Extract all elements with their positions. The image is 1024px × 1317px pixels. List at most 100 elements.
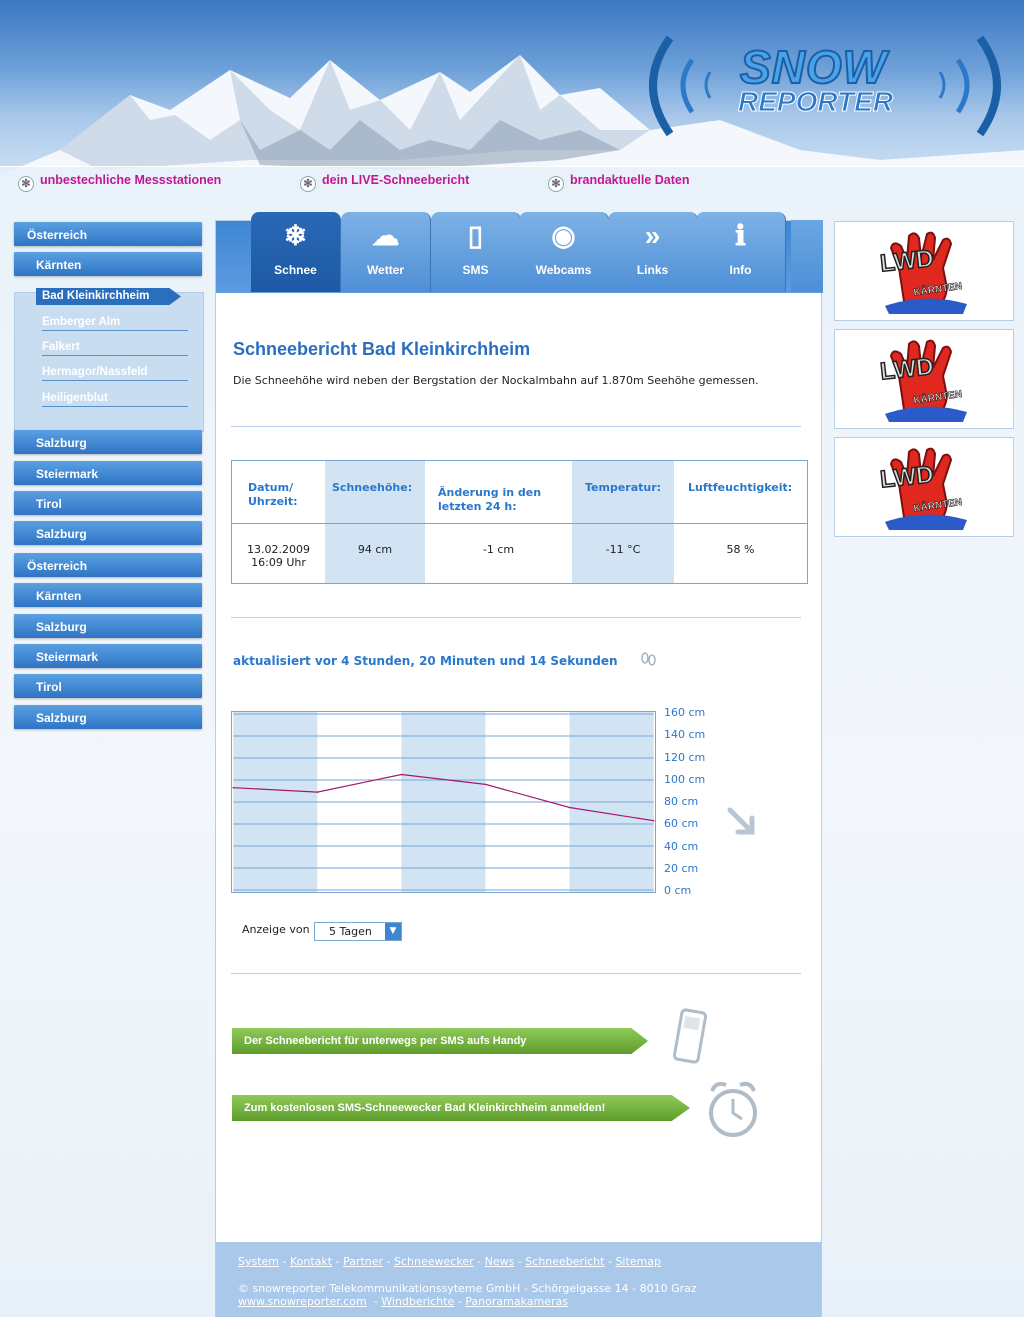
footer-link-partner[interactable]: Partner bbox=[343, 1255, 383, 1268]
tab-webcams[interactable]: ◉ Webcams bbox=[519, 212, 609, 292]
time-value: 16:09 Uhr bbox=[251, 556, 306, 569]
cell-date: 13.02.2009 16:09 Uhr bbox=[232, 543, 325, 569]
arrow-down-right-icon[interactable] bbox=[726, 806, 760, 840]
y-tick-label: 80 cm bbox=[664, 795, 699, 808]
snowflake-icon: ✻ bbox=[548, 176, 564, 192]
sms-report-button[interactable]: Der Schneebericht für unterwegs per SMS … bbox=[232, 1028, 648, 1054]
cell-change: -1 cm bbox=[482, 543, 515, 556]
display-period-label: Anzeige von bbox=[242, 923, 310, 936]
nav-item-oesterreich[interactable]: Österreich bbox=[14, 553, 202, 577]
svg-text:LWD: LWD bbox=[879, 245, 935, 277]
tab-info[interactable]: ℹ Info bbox=[696, 212, 786, 292]
tab-wetter[interactable]: ☁ Wetter bbox=[341, 212, 431, 292]
nav-item-tirol[interactable]: Tirol bbox=[14, 674, 202, 698]
column-temp: Temperatur: -11 °C bbox=[572, 461, 674, 583]
lwd-kaernten-banner[interactable]: LWD KÄRNTEN bbox=[834, 437, 1014, 537]
lwd-kaernten-logo: LWDKÄRNTEN bbox=[878, 339, 967, 422]
nav-item-salzburg[interactable]: Salzburg bbox=[14, 430, 202, 454]
tagline-text: dein LIVE-Schneebericht bbox=[322, 173, 470, 187]
y-tick-label: 100 cm bbox=[664, 772, 706, 786]
header: SNOW REPORTER ✻ unbestechliche Messstatio… bbox=[0, 0, 1024, 196]
tab-label: Wetter bbox=[366, 263, 405, 277]
chevron-down-icon: ▼ bbox=[385, 923, 401, 940]
column-date: Datum/ Uhrzeit: 13.02.2009 16:09 Uhr bbox=[232, 461, 325, 583]
y-tick-label: 160 cm bbox=[664, 706, 706, 719]
tab-sms[interactable]: ▯ SMS bbox=[431, 212, 521, 292]
nav-item-tirol[interactable]: Tirol bbox=[14, 491, 202, 515]
nav-item-salzburg[interactable]: Salzburg bbox=[14, 705, 202, 729]
arrows-icon: » bbox=[644, 220, 661, 251]
nav-item-salzburg[interactable]: Salzburg bbox=[14, 521, 202, 545]
snowflake-icon: ✻ bbox=[18, 176, 34, 192]
subnav-item-bad-kleinkirchheim[interactable]: Bad Kleinkirchheim bbox=[36, 288, 181, 305]
footer-link-system[interactable]: System bbox=[238, 1255, 279, 1268]
data-point bbox=[316, 791, 319, 793]
subnav-item-hermagor[interactable]: Hermagor/Nassfeld bbox=[42, 366, 188, 381]
column-change: Änderung in den letzten 24 h: -1 cm bbox=[425, 461, 572, 583]
tab-label: Schnee bbox=[274, 263, 317, 277]
lwd-kaernten-banner[interactable]: LWD KÄRNTEN bbox=[834, 221, 1014, 321]
subnav-item-emberger-alm[interactable]: Emberger Alm bbox=[42, 316, 188, 331]
divider bbox=[231, 426, 801, 427]
header-change: Änderung in den letzten 24 h: bbox=[438, 486, 542, 513]
cell-humidity: 58 % bbox=[726, 543, 755, 556]
nav-item-kaernten[interactable]: Kärnten bbox=[14, 252, 202, 276]
subnav-item-falkert[interactable]: Falkert bbox=[42, 341, 188, 356]
footer-link-schneewecker[interactable]: Schneewecker bbox=[394, 1255, 474, 1268]
tagline-text: brandaktuelle Daten bbox=[570, 173, 690, 187]
lwd-kaernten-banner[interactable]: LWD KÄRNTEN bbox=[834, 329, 1014, 429]
tab-links[interactable]: » Links bbox=[608, 212, 698, 292]
select-value: 5 Tagen bbox=[329, 925, 372, 938]
y-tick-label: 0 cm bbox=[664, 884, 692, 897]
footer-copyright: © snowreporter Telekommunikationssyteme … bbox=[238, 1282, 697, 1295]
subnav-item-heiligenblut[interactable]: Heiligenblut bbox=[42, 392, 188, 407]
divider bbox=[231, 617, 801, 618]
y-tick-label: 40 cm bbox=[664, 839, 699, 853]
y-tick-label: 60 cm bbox=[664, 817, 699, 831]
alarm-clock-icon bbox=[709, 1081, 757, 1137]
snowflake-icon: ✻ bbox=[300, 176, 316, 192]
header-snow: Schneehöhe: bbox=[332, 481, 413, 494]
tab-label: Webcams bbox=[535, 263, 592, 277]
cell-snow: 94 cm bbox=[357, 543, 393, 556]
tagline-2: ✻ dein LIVE-Schneebericht bbox=[300, 173, 469, 192]
y-tick-label: 120 cm bbox=[664, 750, 706, 764]
tagline-3: ✻ brandaktuelle Daten bbox=[548, 173, 689, 192]
subnav-panel: Bad Kleinkirchheim bbox=[14, 288, 204, 432]
snow-reporter-logo[interactable]: SNOW REPORTER bbox=[640, 30, 1010, 140]
footer-link-website[interactable]: www.snowreporter.com bbox=[238, 1295, 367, 1308]
tab-label: Info bbox=[729, 263, 752, 277]
footer-link-schneebericht[interactable]: Schneebericht bbox=[525, 1255, 604, 1268]
data-point bbox=[484, 783, 487, 786]
data-point bbox=[568, 806, 571, 809]
footer-link-panoramakameras[interactable]: Panoramakameras bbox=[465, 1295, 568, 1308]
display-period-select[interactable]: 5 Tagen ▼ bbox=[314, 922, 402, 941]
footer-link-news[interactable]: News bbox=[485, 1255, 515, 1268]
webcam-icon: ◉ bbox=[551, 220, 576, 251]
lwd-kaernten-logo: LWDKÄRNTEN bbox=[878, 447, 967, 530]
header-humidity: Luftfeuchtigkeit: bbox=[688, 481, 793, 494]
mobile-phone-icon bbox=[672, 1008, 708, 1064]
footer-links: System - Kontakt - Partner - Schneewecke… bbox=[238, 1255, 661, 1268]
nav-item-oesterreich[interactable]: Österreich bbox=[14, 222, 202, 246]
footer: System - Kontakt - Partner - Schneewecke… bbox=[216, 1242, 821, 1317]
mobile-phone-icon: ▯ bbox=[467, 220, 484, 251]
last-updated-text: aktualisiert vor 4 Stunden, 20 Minuten u… bbox=[233, 654, 618, 668]
footer-link-sitemap[interactable]: Sitemap bbox=[615, 1255, 661, 1268]
row-divider bbox=[232, 523, 807, 524]
tab-label: SMS bbox=[462, 263, 489, 277]
sms-alarm-signup-button[interactable]: Zum kostenlosen SMS-Schneewecker Bad Kle… bbox=[232, 1095, 690, 1121]
page-title: Schneebericht Bad Kleinkirchheim bbox=[233, 339, 531, 359]
footprint-icon bbox=[641, 652, 656, 666]
nav-item-salzburg[interactable]: Salzburg bbox=[14, 614, 202, 638]
nav-item-kaernten[interactable]: Kärnten bbox=[14, 583, 202, 607]
footer-link-windberichte[interactable]: Windberichte bbox=[381, 1295, 454, 1308]
tagline-text: unbestechliche Messstationen bbox=[40, 173, 222, 187]
footer-link-kontakt[interactable]: Kontakt bbox=[290, 1255, 332, 1268]
weather-icon: ☁ bbox=[371, 220, 400, 251]
tab-schnee[interactable]: ❄ Schnee bbox=[251, 212, 341, 292]
tagline-bar: ✻ unbestechliche Messstationen ✻ dein LIVE… bbox=[0, 166, 1024, 196]
nav-item-steiermark[interactable]: Steiermark bbox=[14, 644, 202, 668]
column-snow: Schneehöhe: 94 cm bbox=[325, 461, 425, 583]
nav-item-steiermark[interactable]: Steiermark bbox=[14, 461, 202, 485]
